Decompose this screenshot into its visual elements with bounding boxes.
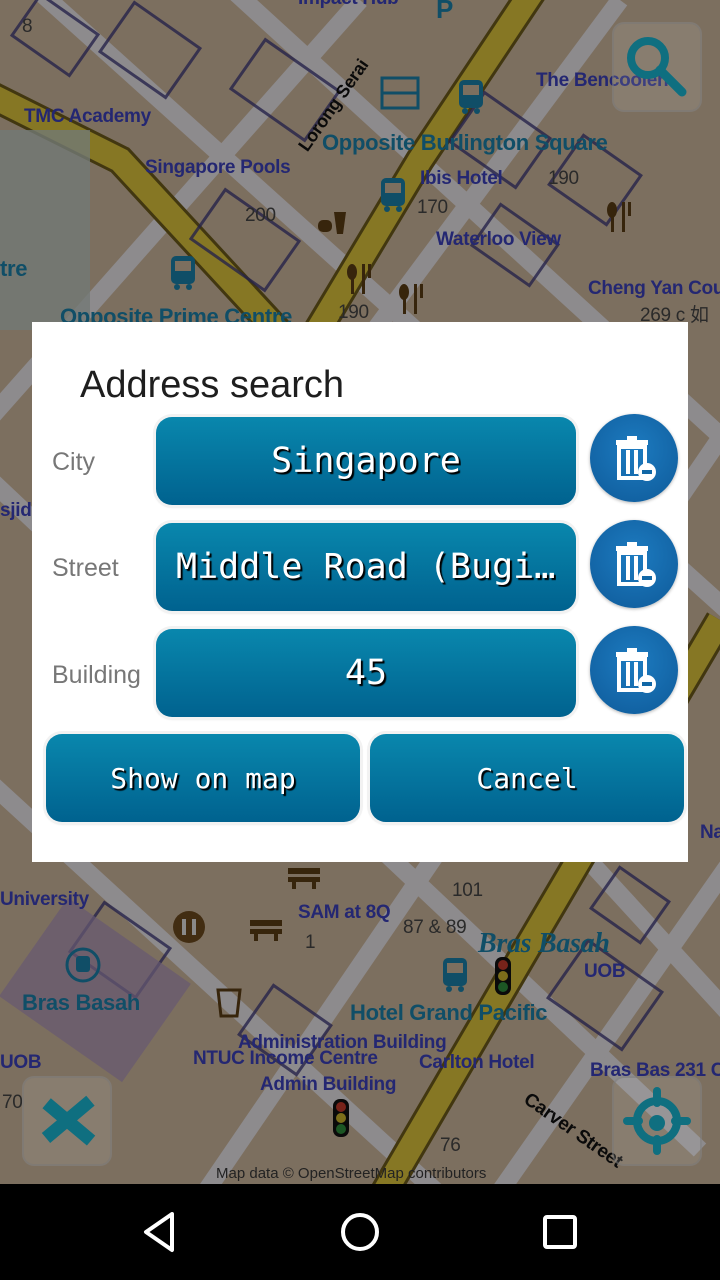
home-button[interactable] <box>320 1194 400 1270</box>
show-on-map-button[interactable]: Show on map <box>46 734 360 822</box>
street-value: Middle Road (Bugis) <box>176 547 556 587</box>
clear-street-button[interactable] <box>590 520 678 608</box>
search-map-button[interactable] <box>612 22 702 112</box>
building-value: 45 <box>344 653 388 693</box>
city-label: City <box>52 448 96 476</box>
system-nav-bar <box>0 1184 720 1280</box>
street-label: Street <box>52 554 119 582</box>
city-field[interactable]: Singapore <box>156 417 576 505</box>
measure-tool-button[interactable] <box>22 1076 112 1166</box>
building-label: Building <box>52 661 141 689</box>
recents-square-icon <box>543 1215 577 1249</box>
clear-building-button[interactable] <box>590 626 678 714</box>
search-icon <box>627 37 687 97</box>
crosshair-icon <box>623 1087 691 1155</box>
home-circle-icon <box>341 1213 379 1251</box>
city-value: Singapore <box>271 441 461 481</box>
clear-city-button[interactable] <box>590 414 678 502</box>
back-triangle-icon <box>144 1212 174 1252</box>
dialog-title: Address search <box>80 364 345 406</box>
building-field[interactable]: 45 <box>156 629 576 717</box>
trash-clear-icon <box>616 436 656 481</box>
map-attribution: Map data © OpenStreetMap contributors <box>216 1165 487 1182</box>
my-location-button[interactable] <box>612 1076 702 1166</box>
address-search-dialog: Address search City Singapore Street Mid… <box>32 322 688 862</box>
street-field[interactable]: Middle Road (Bugis) <box>156 523 576 611</box>
trash-clear-icon <box>616 542 656 587</box>
ruler-pencil-icon <box>41 1095 96 1146</box>
recents-button[interactable] <box>520 1194 600 1270</box>
cancel-button[interactable]: Cancel <box>370 734 684 822</box>
trash-clear-icon <box>616 648 656 693</box>
back-button[interactable] <box>120 1194 200 1270</box>
